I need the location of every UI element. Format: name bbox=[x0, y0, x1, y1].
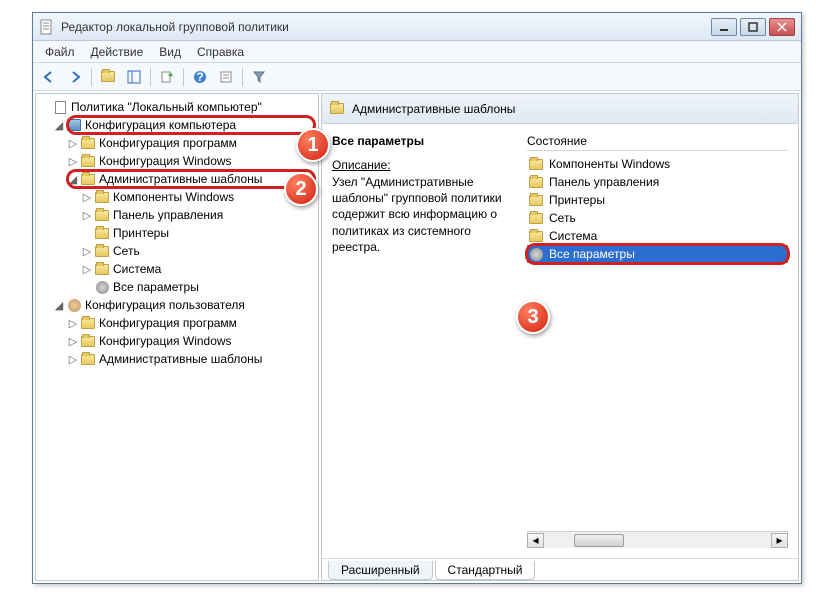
folder-icon bbox=[529, 195, 543, 206]
menu-help[interactable]: Справка bbox=[189, 43, 252, 61]
titlebar[interactable]: Редактор локальной групповой политики bbox=[33, 13, 801, 41]
annotation-marker-3: 3 bbox=[516, 300, 550, 334]
help-button[interactable]: ? bbox=[188, 66, 212, 88]
description-column: Все параметры Описание: Узел "Администра… bbox=[332, 134, 527, 548]
folder-icon bbox=[330, 103, 344, 114]
tree-windows-config[interactable]: ▷Конфигурация Windows bbox=[36, 152, 318, 170]
menu-view[interactable]: Вид bbox=[151, 43, 189, 61]
properties-button[interactable] bbox=[214, 66, 238, 88]
show-tree-button[interactable] bbox=[122, 66, 146, 88]
menu-action[interactable]: Действие bbox=[83, 43, 152, 61]
computer-icon bbox=[66, 118, 82, 132]
folder-icon bbox=[529, 177, 543, 188]
folder-icon bbox=[80, 136, 96, 150]
detail-heading: Все параметры bbox=[332, 134, 515, 148]
detail-tabs: Расширенный Стандартный bbox=[322, 558, 798, 580]
horizontal-scrollbar[interactable]: ◂ ▸ bbox=[527, 531, 788, 548]
folder-icon bbox=[529, 159, 543, 170]
list-column: Состояние Компоненты Windows Панель упра… bbox=[527, 134, 788, 548]
expand-icon[interactable]: ▷ bbox=[80, 209, 94, 222]
tree-admin-templates[interactable]: ◢Административные шаблоны bbox=[36, 170, 318, 188]
doc-icon bbox=[52, 100, 68, 114]
folder-icon bbox=[94, 226, 110, 240]
collapse-icon[interactable]: ◢ bbox=[52, 299, 66, 312]
tree-root[interactable]: Политика "Локальный компьютер" bbox=[36, 98, 318, 116]
up-folder-button[interactable] bbox=[96, 66, 120, 88]
tree-computer-config[interactable]: ◢Конфигурация компьютера bbox=[36, 116, 318, 134]
tree-control-panel[interactable]: ▷Панель управления bbox=[36, 206, 318, 224]
filter-button[interactable] bbox=[247, 66, 271, 88]
list-item-system[interactable]: Система bbox=[527, 227, 788, 245]
expand-icon[interactable]: ▷ bbox=[66, 353, 80, 366]
folder-icon bbox=[80, 154, 96, 168]
detail-header: Административные шаблоны bbox=[322, 94, 798, 124]
list-item-all-params[interactable]: Все параметры bbox=[527, 245, 788, 263]
list-item-network[interactable]: Сеть bbox=[527, 209, 788, 227]
folder-icon bbox=[94, 190, 110, 204]
list-item-control-panel[interactable]: Панель управления bbox=[527, 173, 788, 191]
annotation-marker-1: 1 bbox=[296, 128, 330, 162]
folder-icon bbox=[94, 244, 110, 258]
menubar: Файл Действие Вид Справка bbox=[33, 41, 801, 63]
detail-pane: Административные шаблоны Все параметры О… bbox=[321, 93, 799, 581]
tree-printers[interactable]: Принтеры bbox=[36, 224, 318, 242]
tab-extended[interactable]: Расширенный bbox=[328, 561, 433, 580]
close-button[interactable] bbox=[769, 18, 795, 36]
tree-admin-templates-user[interactable]: ▷Административные шаблоны bbox=[36, 350, 318, 368]
forward-button[interactable] bbox=[63, 66, 87, 88]
expand-icon[interactable]: ▷ bbox=[80, 245, 94, 258]
window-title: Редактор локальной групповой политики bbox=[61, 20, 711, 34]
expand-icon[interactable]: ▷ bbox=[66, 317, 80, 330]
menu-file[interactable]: Файл bbox=[37, 43, 83, 61]
tree-components-windows[interactable]: ▷Компоненты Windows bbox=[36, 188, 318, 206]
expand-icon[interactable]: ▷ bbox=[66, 335, 80, 348]
app-icon bbox=[39, 19, 55, 35]
scroll-thumb[interactable] bbox=[574, 534, 624, 547]
maximize-button[interactable] bbox=[740, 18, 766, 36]
expand-icon[interactable]: ▷ bbox=[66, 137, 80, 150]
folder-icon bbox=[80, 316, 96, 330]
svg-text:?: ? bbox=[196, 70, 203, 84]
scroll-right-button[interactable]: ▸ bbox=[771, 533, 788, 548]
user-icon bbox=[66, 298, 82, 312]
tree-system[interactable]: ▷Система bbox=[36, 260, 318, 278]
gear-icon bbox=[94, 280, 110, 294]
folder-icon bbox=[80, 172, 96, 186]
list-item-printers[interactable]: Принтеры bbox=[527, 191, 788, 209]
folder-icon bbox=[94, 208, 110, 222]
gear-icon bbox=[530, 248, 543, 261]
folder-icon bbox=[529, 213, 543, 224]
toolbar: ? bbox=[33, 63, 801, 91]
tree-all-params[interactable]: Все параметры bbox=[36, 278, 318, 296]
window-frame: Редактор локальной групповой политики Фа… bbox=[32, 12, 802, 584]
detail-title: Административные шаблоны bbox=[352, 102, 515, 116]
expand-icon[interactable]: ▷ bbox=[80, 263, 94, 276]
collapse-icon[interactable]: ◢ bbox=[52, 119, 66, 132]
description-text: Узел "Административные шаблоны" группово… bbox=[332, 174, 515, 255]
minimize-button[interactable] bbox=[711, 18, 737, 36]
tree-windows-config-user[interactable]: ▷Конфигурация Windows bbox=[36, 332, 318, 350]
description-label: Описание: bbox=[332, 158, 515, 172]
tree-program-config-user[interactable]: ▷Конфигурация программ bbox=[36, 314, 318, 332]
scroll-left-button[interactable]: ◂ bbox=[527, 533, 544, 548]
tree-pane[interactable]: Политика "Локальный компьютер" ◢Конфигур… bbox=[35, 93, 319, 581]
tree-program-config[interactable]: ▷Конфигурация программ bbox=[36, 134, 318, 152]
back-button[interactable] bbox=[37, 66, 61, 88]
list-item-components[interactable]: Компоненты Windows bbox=[527, 155, 788, 173]
annotation-marker-2: 2 bbox=[284, 172, 318, 206]
tree-user-config[interactable]: ◢Конфигурация пользователя bbox=[36, 296, 318, 314]
collapse-icon[interactable]: ◢ bbox=[66, 173, 80, 186]
column-header-state[interactable]: Состояние bbox=[527, 134, 788, 151]
tab-standard[interactable]: Стандартный bbox=[435, 561, 536, 580]
folder-icon bbox=[94, 262, 110, 276]
expand-icon[interactable]: ▷ bbox=[80, 191, 94, 204]
export-button[interactable] bbox=[155, 66, 179, 88]
folder-icon bbox=[529, 231, 543, 242]
folder-icon bbox=[80, 334, 96, 348]
expand-icon[interactable]: ▷ bbox=[66, 155, 80, 168]
folder-icon bbox=[80, 352, 96, 366]
tree-network[interactable]: ▷Сеть bbox=[36, 242, 318, 260]
